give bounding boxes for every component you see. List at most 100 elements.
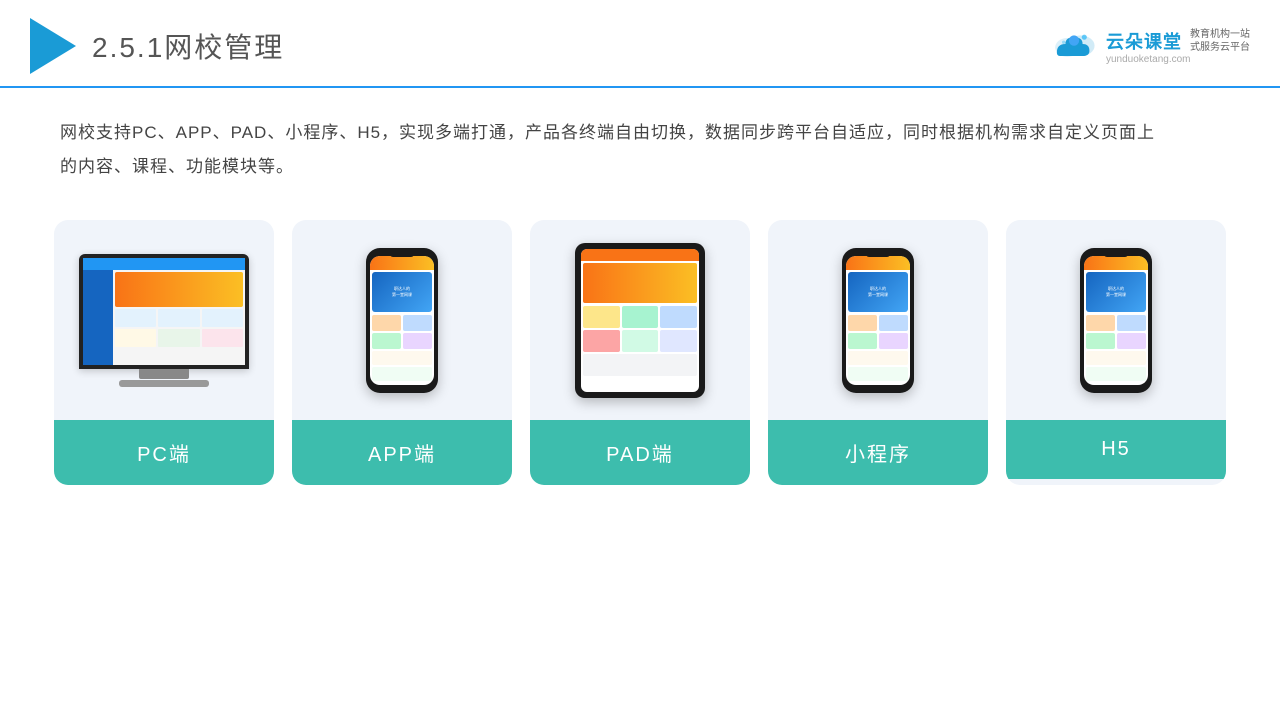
phone-content-app: 职达人的第一堂网课 [370, 270, 434, 383]
pc-card-4 [115, 329, 156, 347]
phone-row-1-mini [848, 315, 908, 331]
pc-topbar [83, 258, 245, 270]
brand-logo: 云朵课堂 教育机构一站 式服务云平台 yunduoketang.com [1050, 28, 1250, 65]
pc-body [83, 270, 245, 365]
phone-mini-2 [403, 315, 432, 331]
h5-list-1 [1086, 351, 1146, 365]
phone-mini-3 [372, 333, 401, 349]
pc-card-3 [202, 309, 243, 327]
card-pad-label: PAD端 [530, 420, 750, 485]
pc-card-5 [158, 329, 199, 347]
logo-triangle-icon [30, 18, 76, 74]
title-main: 网校管理 [164, 32, 284, 63]
mini-list-2 [848, 367, 908, 381]
tablet-card-6 [660, 330, 697, 352]
phone-row-2-h5 [1086, 333, 1146, 349]
phone-outer-mini: 职达人的第一堂网课 [842, 248, 914, 393]
phone-banner-h5: 职达人的第一堂网课 [1086, 272, 1146, 312]
h5-list-2 [1086, 367, 1146, 381]
phone-row-2-app [372, 333, 432, 349]
phone-mini-1 [372, 315, 401, 331]
h5-phone-mockup: 职达人的第一堂网课 [1080, 248, 1152, 393]
tablet-screen-pad [581, 249, 699, 392]
card-mini-label: 小程序 [768, 420, 988, 485]
brand-tagline-2: 式服务云平台 [1190, 41, 1250, 54]
mini-card-4 [879, 333, 908, 349]
tablet-card-5 [622, 330, 659, 352]
h5-card-3 [1086, 333, 1115, 349]
app-phone-mockup: 职达人的第一堂网课 [366, 248, 438, 393]
card-h5: 职达人的第一堂网课 [1006, 220, 1226, 485]
cards-container: PC端 职达人的第一堂网课 [60, 220, 1220, 485]
phone-content-h5: 职达人的第一堂网课 [1084, 270, 1148, 383]
tablet-topbar-pad [581, 249, 699, 261]
tablet-row-1 [583, 306, 697, 328]
pc-device-mockup [79, 254, 249, 387]
phone-row-1-h5 [1086, 315, 1146, 331]
card-h5-image: 职达人的第一堂网课 [1006, 220, 1226, 420]
brand-row1: 云朵课堂 教育机构一站 式服务云平台 [1106, 28, 1250, 54]
card-pad-image [530, 220, 750, 420]
phone-row-2-mini [848, 333, 908, 349]
pc-hero-banner [115, 272, 243, 307]
phone-notch-mini [866, 251, 890, 257]
phone-banner-app: 职达人的第一堂网课 [372, 272, 432, 312]
phone-list-item-1 [372, 351, 432, 365]
phone-top-bar-app [370, 256, 434, 270]
pc-main [113, 270, 245, 365]
phone-content-mini: 职达人的第一堂网课 [846, 270, 910, 383]
phone-outer-app: 职达人的第一堂网课 [366, 248, 438, 393]
pc-sidebar [83, 270, 113, 365]
tablet-hero-pad [583, 263, 697, 303]
header-left: 2.5.1网校管理 [30, 18, 284, 74]
brand-name: 云朵课堂 [1106, 28, 1182, 54]
phone-screen-h5: 职达人的第一堂网课 [1084, 256, 1148, 385]
phone-banner-mini: 职达人的第一堂网课 [848, 272, 908, 312]
pad-tablet-mockup [575, 243, 705, 398]
title-prefix: 2.5.1 [92, 32, 164, 63]
mini-card-3 [848, 333, 877, 349]
pc-stand [139, 369, 189, 379]
h5-card-1 [1086, 315, 1115, 331]
h5-card-4 [1117, 333, 1146, 349]
tablet-card-2 [622, 306, 659, 328]
h5-card-2 [1117, 315, 1146, 331]
phone-screen-app: 职达人的第一堂网课 [370, 256, 434, 385]
pc-grid [115, 309, 243, 347]
pc-screen-content [83, 258, 245, 365]
mini-phone-mockup: 职达人的第一堂网课 [842, 248, 914, 393]
tablet-card-3 [660, 306, 697, 328]
phone-top-bar-mini [846, 256, 910, 270]
page-title: 2.5.1网校管理 [92, 26, 284, 66]
brand-logo-wrap: 云朵课堂 教育机构一站 式服务云平台 yunduoketang.com [1050, 28, 1250, 65]
description-text: 网校支持PC、APP、PAD、小程序、H5，实现多端打通，产品各终端自由切换，数… [60, 116, 1160, 184]
pc-base [119, 380, 209, 387]
pc-card-1 [115, 309, 156, 327]
mini-list-1 [848, 351, 908, 365]
card-pc-image [54, 220, 274, 420]
tablet-card-1 [583, 306, 620, 328]
mini-card-2 [879, 315, 908, 331]
phone-row-1-app [372, 315, 432, 331]
card-mini-image: 职达人的第一堂网课 [768, 220, 988, 420]
phone-list-item-2 [372, 367, 432, 381]
pc-screen-outer [79, 254, 249, 369]
card-pc: PC端 [54, 220, 274, 485]
card-pc-label: PC端 [54, 420, 274, 485]
mini-card-1 [848, 315, 877, 331]
tablet-card-4 [583, 330, 620, 352]
phone-top-bar-h5 [1084, 256, 1148, 270]
main-content: 网校支持PC、APP、PAD、小程序、H5，实现多端打通，产品各终端自由切换，数… [0, 88, 1280, 505]
phone-notch-app [390, 251, 414, 257]
pc-card-6 [202, 329, 243, 347]
card-pad: PAD端 [530, 220, 750, 485]
card-app-image: 职达人的第一堂网课 [292, 220, 512, 420]
card-app-label: APP端 [292, 420, 512, 485]
cloud-icon [1050, 28, 1098, 60]
card-app: 职达人的第一堂网课 [292, 220, 512, 485]
tablet-row-2 [583, 330, 697, 352]
card-h5-label: H5 [1006, 420, 1226, 479]
tablet-row-3 [583, 354, 697, 376]
brand-tagline-1: 教育机构一站 [1190, 28, 1250, 41]
brand-text: 云朵课堂 教育机构一站 式服务云平台 yunduoketang.com [1106, 28, 1250, 65]
